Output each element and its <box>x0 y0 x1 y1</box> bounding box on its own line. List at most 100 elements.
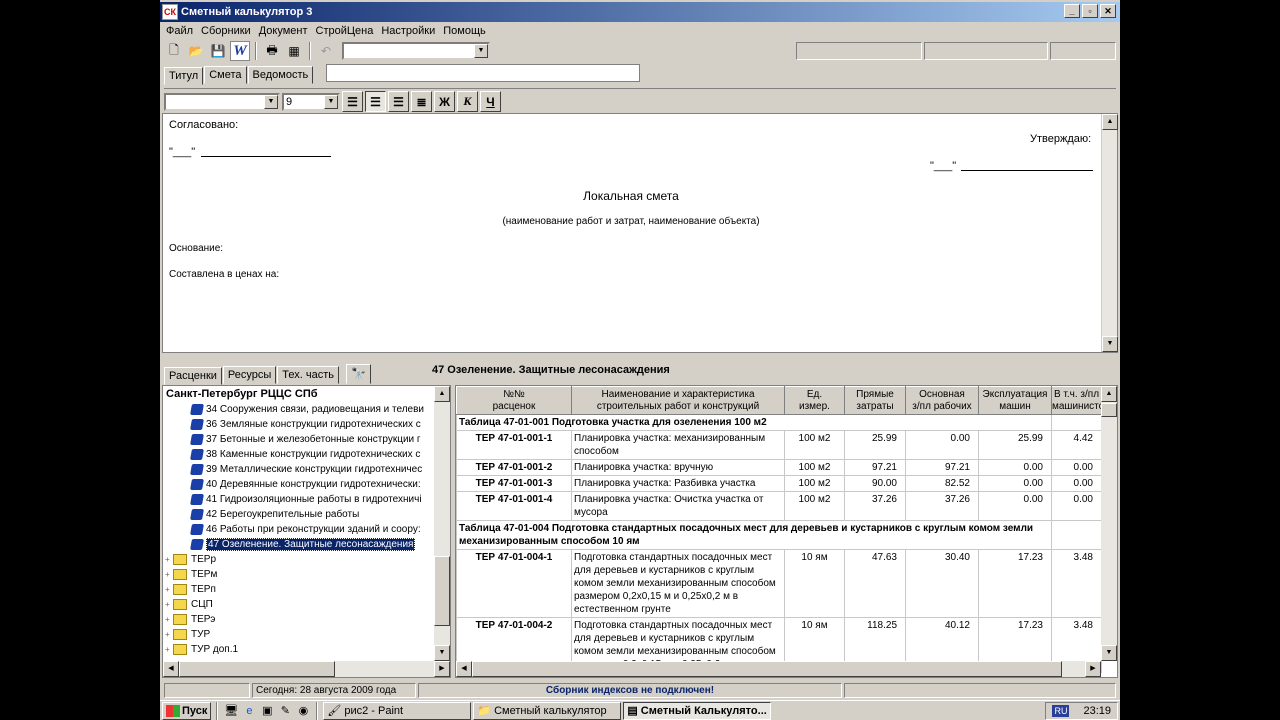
scroll-down-icon[interactable]: ▼ <box>434 645 450 661</box>
save-icon[interactable]: 💾 <box>208 41 228 61</box>
menu-settings[interactable]: Настройки <box>377 25 439 37</box>
expand-icon[interactable]: + <box>165 600 173 609</box>
expand-icon[interactable]: + <box>165 570 173 579</box>
scroll-thumb[interactable] <box>179 661 335 677</box>
task-paint[interactable]: 🖌 рис2 - Paint <box>323 701 472 720</box>
align-justify-icon[interactable]: ≣ <box>411 91 432 112</box>
tree-book-item[interactable]: 38 Каменные конструкции гидротехнических… <box>163 447 450 462</box>
task-calculator-app[interactable]: ▤ Сметный Калькулято... <box>623 701 772 720</box>
start-button[interactable]: Пуск <box>162 701 212 720</box>
scroll-thumb[interactable] <box>1101 403 1117 417</box>
font-size-combo[interactable]: 9 ▼ <box>282 92 340 111</box>
desktop-icon[interactable]: 🖥 <box>223 703 239 719</box>
tree-book-item[interactable]: 40 Деревянные конструкции гидротехническ… <box>163 477 450 492</box>
align-center-icon[interactable]: ☰ <box>365 91 386 112</box>
expand-icon[interactable]: + <box>165 555 173 564</box>
expand-icon[interactable]: + <box>165 585 173 594</box>
scroll-up-icon[interactable]: ▲ <box>1102 114 1118 130</box>
menu-collections[interactable]: Сборники <box>197 25 255 37</box>
language-indicator[interactable]: RU <box>1052 704 1070 717</box>
column-header[interactable]: Прямые затраты <box>844 386 906 415</box>
internet-explorer-icon[interactable]: e <box>241 703 257 719</box>
chevron-down-icon[interactable]: ▼ <box>474 44 488 58</box>
expand-icon[interactable]: + <box>165 645 173 654</box>
expand-icon[interactable]: + <box>165 615 173 624</box>
tab-statement[interactable]: Ведомость <box>247 66 314 84</box>
column-header[interactable]: Наименование и характеристика строительны… <box>571 386 785 415</box>
table-row[interactable]: ТЕР 47-01-001-4 Планировка участка: Очист… <box>456 491 1102 521</box>
tree-horizontal-scrollbar[interactable]: ◀ ▶ <box>163 661 450 677</box>
table-icon[interactable]: ▦ <box>284 41 304 61</box>
tab-tech-part[interactable]: Тех. часть <box>277 366 340 384</box>
bold-button[interactable]: Ж <box>434 91 455 112</box>
tree-folder-item[interactable]: + СЦП <box>163 597 450 612</box>
minimize-button[interactable]: _ <box>1064 4 1080 18</box>
tree-folder-item[interactable]: + ТЕРп <box>163 582 450 597</box>
title-bar[interactable]: СК Сметный калькулятор 3 _ ▫ ✕ <box>160 2 1120 22</box>
media-icon[interactable]: ◉ <box>295 703 311 719</box>
menu-document[interactable]: Документ <box>255 25 312 37</box>
tree-folder-item[interactable]: + ТЕРэ <box>163 612 450 627</box>
scroll-left-icon[interactable]: ◀ <box>456 661 472 677</box>
tree-folder-item[interactable]: + ТУР доп.1 <box>163 642 450 657</box>
align-right-icon[interactable]: ☰ <box>388 91 409 112</box>
chevron-down-icon[interactable]: ▼ <box>324 94 338 109</box>
doc-vertical-scrollbar[interactable]: ▲ ▼ <box>1101 114 1118 352</box>
column-header[interactable]: В т.ч. з/пл машинисто <box>1051 386 1102 415</box>
table-row[interactable]: ТЕР 47-01-001-2 Планировка участка: вручн… <box>456 459 1102 476</box>
chevron-down-icon[interactable]: ▼ <box>264 94 278 109</box>
scroll-thumb[interactable] <box>434 556 450 626</box>
open-folder-icon[interactable]: 📂 <box>186 41 206 61</box>
column-header[interactable]: Эксплуатация машин <box>978 386 1052 415</box>
rates-grid[interactable]: №№ расценок Наименование и характеристика с… <box>455 385 1118 678</box>
tree-folder-item[interactable]: + ТЕРм <box>163 567 450 582</box>
align-left-icon[interactable]: ☰ <box>342 91 363 112</box>
export-word-icon[interactable]: W <box>230 41 250 61</box>
column-header[interactable]: Основная з/пл рабочих <box>905 386 979 415</box>
expand-icon[interactable]: + <box>165 630 173 639</box>
tree-folder-item[interactable]: + ТУР <box>163 627 450 642</box>
tree-vertical-scrollbar[interactable]: ▲ ▼ <box>434 386 450 661</box>
close-button[interactable]: ✕ <box>1100 4 1116 18</box>
tab-title[interactable]: Титул <box>164 67 204 85</box>
italic-button[interactable]: К <box>457 91 478 112</box>
scroll-thumb[interactable] <box>472 661 1062 677</box>
underline-button[interactable]: Ч <box>480 91 501 112</box>
scroll-right-icon[interactable]: ▶ <box>434 661 450 677</box>
tree-book-item[interactable]: 37 Бетонные и железобетонные конструкции… <box>163 432 450 447</box>
undo-icon[interactable]: ↶ <box>316 41 336 61</box>
grid-vertical-scrollbar[interactable]: ▲ ▼ <box>1101 386 1117 661</box>
title-input[interactable] <box>326 64 640 82</box>
calculator-icon[interactable]: ▣ <box>259 703 275 719</box>
tree-book-item[interactable]: 39 Металлические конструкции гидротехнич… <box>163 462 450 477</box>
table-row[interactable]: ТЕР 47-01-001-1 Планировка участка: механ… <box>456 430 1102 460</box>
table-group-row[interactable]: Таблица 47-01-001 Подготовка участка для… <box>456 414 1102 431</box>
scroll-up-icon[interactable]: ▲ <box>434 386 450 402</box>
menu-stroycena[interactable]: СтройЦена <box>312 25 378 37</box>
menu-file[interactable]: Файл <box>162 25 197 37</box>
scroll-down-icon[interactable]: ▼ <box>1102 336 1118 352</box>
toolbar-combo[interactable]: ▼ <box>342 42 490 60</box>
print-icon[interactable]: 🖶 <box>262 41 282 61</box>
table-row[interactable]: ТЕР 47-01-001-3 Планировка участка: Разби… <box>456 475 1102 492</box>
tree-book-item[interactable]: 41 Гидроизоляционные работы в гидротехни… <box>163 492 450 507</box>
notepad-icon[interactable]: ✎ <box>277 703 293 719</box>
tree-book-item[interactable]: 46 Работы при реконструкции зданий и соо… <box>163 522 450 537</box>
title-page-editor[interactable]: Согласовано: "___" Утверждаю: "___" Лока… <box>162 113 1118 353</box>
scroll-down-icon[interactable]: ▼ <box>1101 645 1117 661</box>
task-calculator-folder[interactable]: 📁 Сметный калькулятор <box>473 701 622 720</box>
scroll-right-icon[interactable]: ▶ <box>1085 661 1101 677</box>
catalog-tree[interactable]: Санкт-Петербург РЦЦС СПб 34 Сооружения с… <box>162 385 451 678</box>
tree-book-item[interactable]: 47 Озеленение. Защитные лесонасаждения <box>163 537 450 552</box>
tree-folder-item[interactable]: + ТЕРр <box>163 552 450 567</box>
scroll-up-icon[interactable]: ▲ <box>1101 386 1117 402</box>
menu-help[interactable]: Помощь <box>439 25 490 37</box>
column-header[interactable]: №№ расценок <box>456 386 572 415</box>
column-header[interactable]: Ед. измер. <box>784 386 845 415</box>
restore-button[interactable]: ▫ <box>1082 4 1098 18</box>
tree-root-label[interactable]: Санкт-Петербург РЦЦС СПб <box>163 386 450 402</box>
tree-book-item[interactable]: 36 Земляные конструкции гидротехнических… <box>163 417 450 432</box>
binoculars-search-icon[interactable]: 🔭 <box>346 364 371 384</box>
tab-resources[interactable]: Ресурсы <box>222 366 277 384</box>
tree-book-item[interactable]: 42 Берегоукрепительные работы <box>163 507 450 522</box>
